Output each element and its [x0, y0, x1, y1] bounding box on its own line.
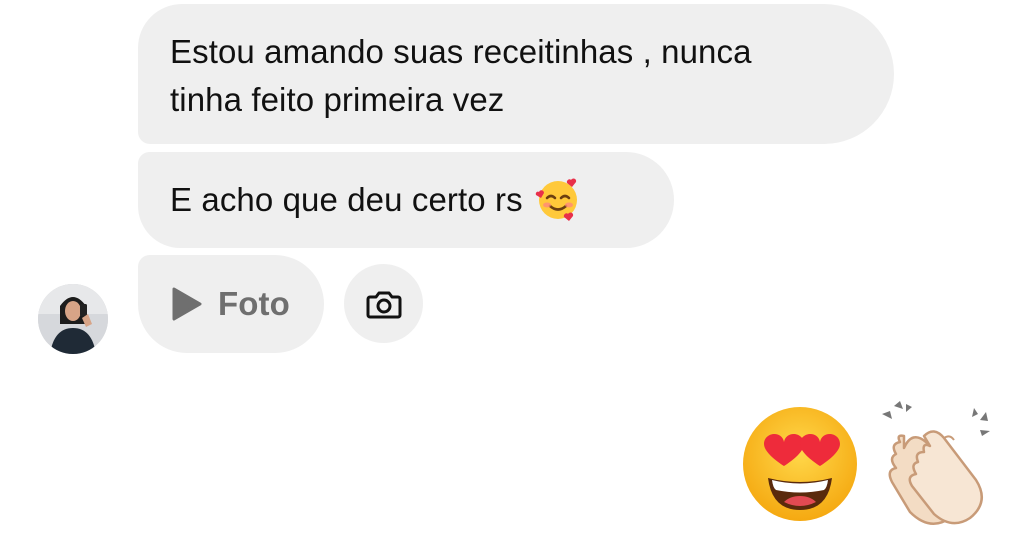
chat-thread: Estou amando suas receitinhas , nunca ti…: [0, 0, 1024, 549]
message-text: E acho que deu certo rs: [170, 181, 523, 218]
photo-attachment[interactable]: Foto: [138, 255, 324, 353]
profile-photo: [38, 284, 108, 354]
reactions: [740, 400, 1000, 530]
camera-icon: [366, 291, 401, 318]
camera-button[interactable]: [344, 264, 423, 343]
smiling-face-with-hearts-icon: [535, 176, 581, 222]
play-icon: [172, 287, 202, 321]
attachment-label: Foto: [218, 285, 290, 322]
avatar[interactable]: [38, 284, 108, 354]
message-bubble[interactable]: E acho que deu certo rs: [138, 152, 674, 248]
message-line: tinha feito primeira vez: [170, 81, 505, 118]
heart-eyes-emoji: [743, 407, 857, 521]
clapping-hands-emoji: [882, 401, 990, 525]
message-bubble[interactable]: Estou amando suas receitinhas , nunca ti…: [138, 4, 894, 144]
message-line: Estou amando suas receitinhas , nunca: [170, 33, 752, 70]
